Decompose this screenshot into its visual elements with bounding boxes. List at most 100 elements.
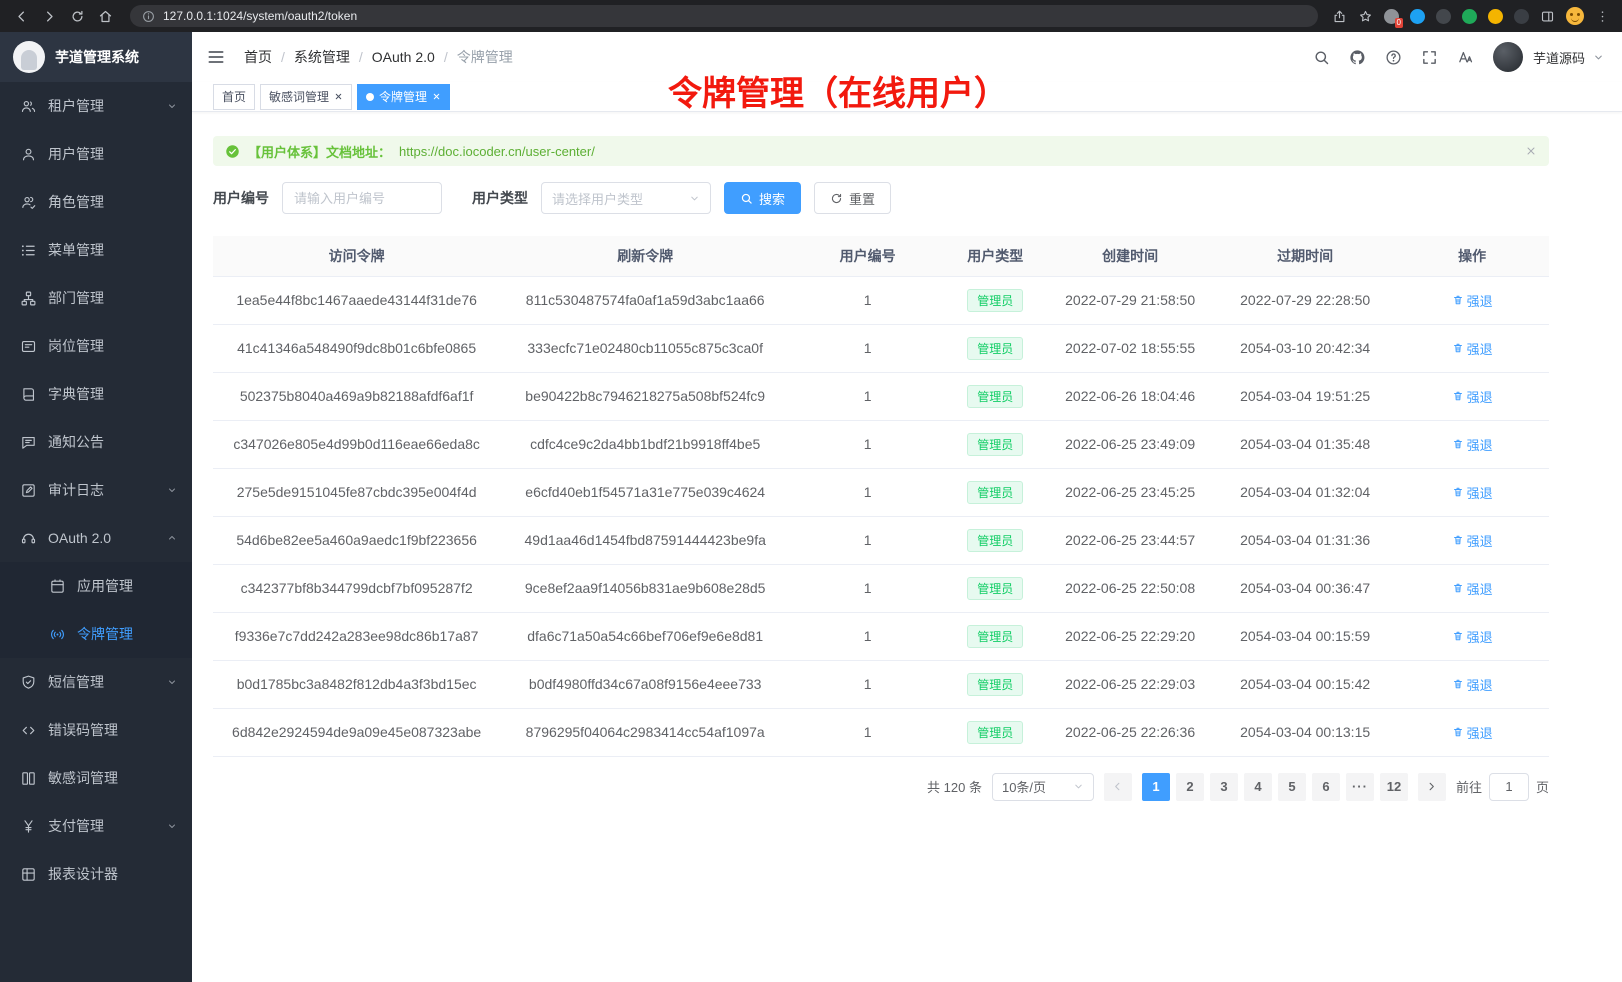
chevron-down-icon	[166, 820, 178, 832]
reset-button-label: 重置	[849, 189, 875, 208]
reload-icon[interactable]	[64, 3, 90, 29]
page-button[interactable]: 5	[1278, 773, 1306, 801]
pagination: 共 120 条 10条/页 123456···12 前往 页	[213, 773, 1549, 801]
user-type-cell: 管理员	[945, 468, 1045, 516]
user-name[interactable]: 芋道源码	[1533, 48, 1585, 67]
home-icon[interactable]	[92, 3, 118, 29]
force-logout-button[interactable]: 强退	[1452, 291, 1493, 310]
user-type-tag: 管理员	[967, 625, 1023, 648]
notice-icon	[20, 434, 37, 451]
force-logout-button[interactable]: 强退	[1452, 483, 1493, 502]
page-button[interactable]: 2	[1176, 773, 1204, 801]
sidebar-item-errcode[interactable]: 错误码管理	[0, 706, 192, 754]
force-logout-button[interactable]: 强退	[1452, 387, 1493, 406]
created-time-cell: 2022-06-25 22:50:08	[1045, 564, 1215, 612]
user-type-select[interactable]: 请选择用户类型	[541, 182, 711, 214]
user-avatar[interactable]	[1493, 42, 1523, 72]
tab-item[interactable]: 令牌管理	[357, 84, 450, 110]
goto-page-input[interactable]	[1489, 773, 1529, 801]
tab-item[interactable]: 首页	[213, 84, 255, 110]
prev-page-button[interactable]	[1104, 773, 1132, 801]
sidebar-item-token[interactable]: 令牌管理	[0, 610, 192, 658]
doc-link[interactable]: https://doc.iocoder.cn/user-center/	[399, 144, 595, 159]
sidebar-item-dept[interactable]: 部门管理	[0, 274, 192, 322]
sidebar-item-report[interactable]: 报表设计器	[0, 850, 192, 898]
app-logo-row[interactable]: 芋道管理系统	[0, 32, 192, 82]
tab-close-icon[interactable]	[432, 92, 441, 101]
sidebar-item-tenant[interactable]: 租户管理	[0, 82, 192, 130]
search-icon[interactable]	[1313, 49, 1330, 66]
access-token-cell: b0d1785bc3a8482f812db4a3f3bd15ec	[213, 660, 500, 708]
force-logout-icon	[1452, 486, 1464, 498]
chevron-down-icon[interactable]	[1593, 52, 1604, 63]
menu-icon	[20, 242, 37, 259]
sidebar-item-user[interactable]: 用户管理	[0, 130, 192, 178]
sidebar-item-notice[interactable]: 通知公告	[0, 418, 192, 466]
force-logout-button[interactable]: 强退	[1452, 531, 1493, 550]
extension-green-icon[interactable]	[1462, 9, 1477, 24]
page-button[interactable]: 12	[1380, 773, 1408, 801]
sidebar-item-oauth[interactable]: OAuth 2.0	[0, 514, 192, 562]
extension-dark-icon[interactable]	[1436, 9, 1451, 24]
profile-avatar-icon[interactable]	[1566, 7, 1584, 25]
user-id-input[interactable]	[282, 182, 442, 214]
user-type-cell: 管理员	[945, 372, 1045, 420]
sidebar-item-sms[interactable]: 短信管理	[0, 658, 192, 706]
extension-twitter-icon[interactable]	[1410, 9, 1425, 24]
bookmark-star-icon[interactable]	[1358, 9, 1373, 24]
forward-icon[interactable]	[36, 3, 62, 29]
extension-paw-icon[interactable]	[1514, 9, 1529, 24]
user-type-cell: 管理员	[945, 660, 1045, 708]
github-icon[interactable]	[1349, 49, 1366, 66]
alert-close-icon[interactable]	[1525, 145, 1537, 157]
page-button[interactable]: 6	[1312, 773, 1340, 801]
expire-time-cell: 2022-07-29 22:28:50	[1215, 276, 1395, 324]
tab-close-icon[interactable]	[334, 92, 343, 101]
help-icon[interactable]	[1385, 49, 1402, 66]
sidebar-item-sensitive[interactable]: 敏感词管理	[0, 754, 192, 802]
force-logout-button[interactable]: 强退	[1452, 627, 1493, 646]
search-button[interactable]: 搜索	[724, 182, 801, 214]
sidebar-item-app[interactable]: 应用管理	[0, 562, 192, 610]
sidebar-item-pay[interactable]: 支付管理	[0, 802, 192, 850]
breadcrumb-item-system[interactable]: 系统管理	[294, 47, 350, 67]
force-logout-button[interactable]: 强退	[1452, 723, 1493, 742]
page-button[interactable]: 3	[1210, 773, 1238, 801]
created-time-cell: 2022-06-25 22:29:03	[1045, 660, 1215, 708]
sidebar-item-post[interactable]: 岗位管理	[0, 322, 192, 370]
menu-toggle-icon[interactable]	[206, 47, 226, 67]
tab-item[interactable]: 敏感词管理	[260, 84, 352, 110]
font-size-icon[interactable]	[1457, 49, 1474, 66]
user-type-cell: 管理员	[945, 612, 1045, 660]
next-page-button[interactable]	[1418, 773, 1446, 801]
extension-pinwheel-icon[interactable]	[1488, 9, 1503, 24]
page-size-select[interactable]: 10条/页	[992, 773, 1094, 801]
page-button[interactable]: 1	[1142, 773, 1170, 801]
breadcrumb-item-home[interactable]: 首页	[244, 47, 272, 67]
url-bar[interactable]: 127.0.0.1:1024/system/oauth2/token	[130, 5, 1318, 27]
sidebar-item-dict[interactable]: 字典管理	[0, 370, 192, 418]
fullscreen-icon[interactable]	[1421, 49, 1438, 66]
extension-puzzle-icon[interactable]: 0	[1384, 9, 1399, 24]
breadcrumb-separator: /	[281, 49, 285, 65]
page-button[interactable]: 4	[1244, 773, 1272, 801]
site-info-icon[interactable]	[142, 10, 155, 23]
page-ellipsis[interactable]: ···	[1346, 773, 1374, 801]
expire-time-cell: 2054-03-04 00:13:15	[1215, 708, 1395, 756]
force-logout-button[interactable]: 强退	[1452, 435, 1493, 454]
access-token-cell: 1ea5e44f8bc1467aaede43144f31de76	[213, 276, 500, 324]
force-logout-button[interactable]: 强退	[1452, 675, 1493, 694]
split-view-icon[interactable]	[1540, 9, 1555, 24]
share-icon[interactable]	[1332, 9, 1347, 24]
sidebar-item-role[interactable]: 角色管理	[0, 178, 192, 226]
reset-button[interactable]: 重置	[814, 182, 891, 214]
sidebar-item-menu[interactable]: 菜单管理	[0, 226, 192, 274]
browser-menu-icon[interactable]	[1595, 9, 1610, 24]
back-icon[interactable]	[8, 3, 34, 29]
force-logout-icon	[1452, 438, 1464, 450]
breadcrumb-item-oauth[interactable]: OAuth 2.0	[372, 49, 435, 65]
browser-toolbar-right: 0	[1330, 7, 1614, 25]
force-logout-button[interactable]: 强退	[1452, 339, 1493, 358]
force-logout-button[interactable]: 强退	[1452, 579, 1493, 598]
sidebar-item-audit[interactable]: 审计日志	[0, 466, 192, 514]
